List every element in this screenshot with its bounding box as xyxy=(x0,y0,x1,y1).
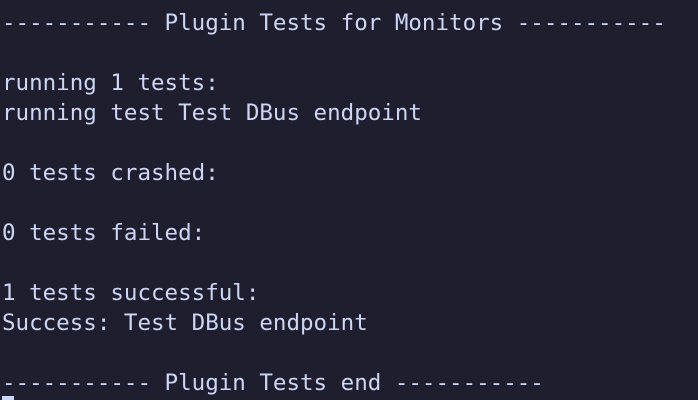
test-footer-line: ----------- Plugin Tests end ----------- xyxy=(2,370,544,396)
terminal-cursor xyxy=(2,396,14,400)
running-count-line: running 1 tests: xyxy=(2,70,219,96)
terminal-window[interactable]: ----------- Plugin Tests for Monitors --… xyxy=(0,0,698,400)
running-test-line: running test Test DBus endpoint xyxy=(2,100,422,126)
successful-count-line: 1 tests successful: xyxy=(2,280,260,306)
test-header-line: ----------- Plugin Tests for Monitors --… xyxy=(2,10,666,36)
success-test-line: Success: Test DBus endpoint xyxy=(2,310,368,336)
crashed-count-line: 0 tests crashed: xyxy=(2,160,219,186)
failed-count-line: 0 tests failed: xyxy=(2,220,206,246)
